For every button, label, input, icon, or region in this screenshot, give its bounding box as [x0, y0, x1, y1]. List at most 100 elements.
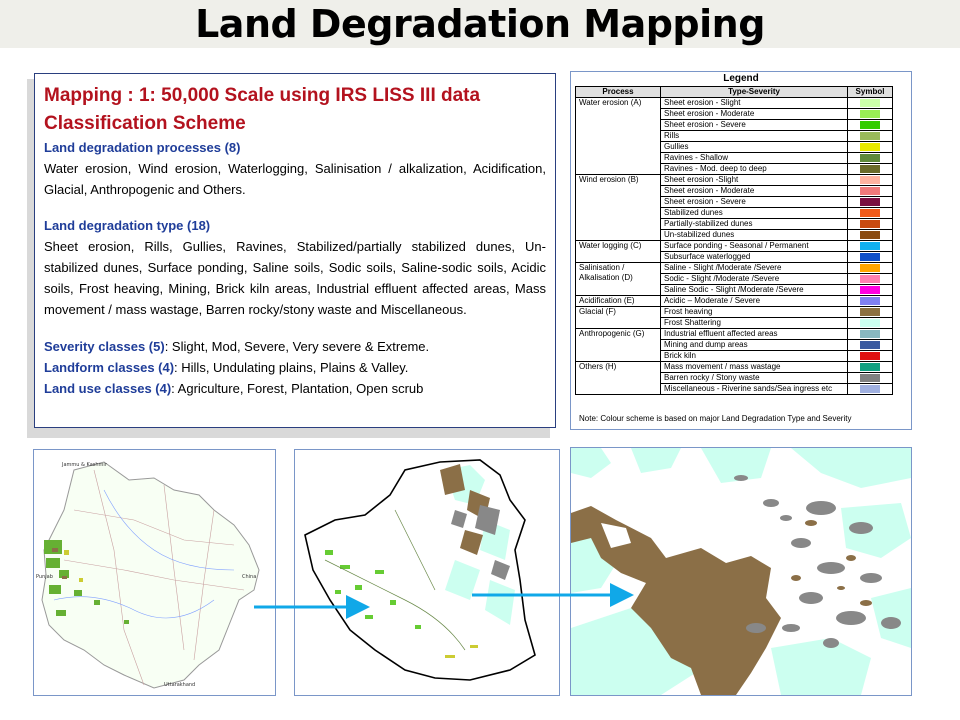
legend-process: Wind erosion (B) [575, 174, 661, 241]
legend-type: Sheet erosion - Severe [660, 196, 848, 208]
legend-swatch [860, 165, 880, 173]
legend-swatch [860, 231, 880, 239]
legend-type: Saline Sodic - Slight /Moderate /Severe [660, 284, 848, 296]
legend-type: Frost Shattering [660, 317, 848, 329]
legend-type: Subsurface waterlogged [660, 251, 848, 263]
legend-type: Rills [660, 130, 848, 142]
legend-type: Ravines - Shallow [660, 152, 848, 164]
legend-symbol [847, 185, 893, 197]
legend-swatch [860, 176, 880, 184]
legend-symbol [847, 97, 893, 109]
legend-type: Miscellaneous - Riverine sands/Sea ingre… [660, 383, 848, 395]
legend-swatch [860, 132, 880, 140]
legend-swatch [860, 286, 880, 294]
legend-row: Salinisation / Alkalisation (D) Saline - … [575, 262, 893, 296]
legend-body: Water erosion (A) Sheet erosion - Slight S… [575, 97, 893, 395]
legend-type: Ravines - Mod. deep to deep [660, 163, 848, 175]
legend-process: Acidification (E) [575, 295, 661, 307]
legend-type: Sheet erosion - Moderate [660, 108, 848, 120]
label-china: China [242, 574, 256, 580]
legend-type: Gullies [660, 141, 848, 153]
legend-swatch [860, 374, 880, 382]
legend-symbol [847, 284, 893, 296]
legend-swatch [860, 385, 880, 393]
legend-symbol [847, 240, 893, 252]
mapping-heading: Mapping : 1: 50,000 Scale using IRS LISS… [44, 85, 481, 106]
legend-type: Barren rocky / Stony waste [660, 372, 848, 384]
severity-line: Severity classes (5): Slight, Mod, Sever… [44, 336, 546, 357]
legend-type: Surface ponding - Seasonal / Permanent [660, 240, 848, 252]
legend-swatch [860, 242, 880, 250]
legend-row: Wind erosion (B) Sheet erosion -Slight [575, 174, 893, 241]
legend-symbol [847, 383, 893, 395]
legend-type: Mining and dump areas [660, 339, 848, 351]
landform-text: : Hills, Undulating plains, Plains & Val… [174, 360, 409, 375]
legend-symbol [847, 350, 893, 362]
legend-row: Water erosion (A) Sheet erosion - Slight [575, 97, 893, 175]
legend-symbol [847, 229, 893, 241]
legend-type: Brick kiln [660, 350, 848, 362]
legend-row: Acidification (E) Acidic – Moderate / Sev… [575, 295, 893, 307]
legend-process: Anthropogenic (G) [575, 328, 661, 362]
legend-note: Note: Colour scheme is based on major La… [579, 414, 852, 423]
legend-swatch [860, 209, 880, 217]
legend-symbol [847, 262, 893, 274]
types-text: Sheet erosion, Rills, Gullies, Ravines, … [44, 239, 546, 317]
legend-header-process: Process [575, 86, 661, 98]
legend-swatch [860, 187, 880, 195]
legend-symbol [847, 108, 893, 120]
landform-line: Landform classes (4): Hills, Undulating … [44, 357, 546, 378]
legend-swatch [860, 110, 880, 118]
legend-type: Partially-stabilized dunes [660, 218, 848, 230]
legend-type: Sheet erosion - Slight [660, 97, 848, 109]
legend-table: Process Type-Severity Symbol Water erosi… [575, 86, 893, 395]
landform-label: Landform classes (4) [44, 360, 175, 375]
legend-symbol [847, 174, 893, 186]
legend-type: Frost heaving [660, 306, 848, 318]
legend-process: Water logging (C) [575, 240, 661, 263]
legend-type: Mass movement / mass wastage [660, 361, 848, 373]
legend-swatch [860, 253, 880, 261]
legend-header-type: Type-Severity [660, 86, 848, 98]
legend-header-row: Process Type-Severity Symbol [575, 86, 893, 98]
legend-type: Sheet erosion - Moderate [660, 185, 848, 197]
legend-swatch [860, 198, 880, 206]
legend-process: Others (H) [575, 361, 661, 395]
legend-symbol [847, 328, 893, 340]
legend-swatch [860, 264, 880, 272]
legend-swatch [860, 330, 880, 338]
processes-label: Land degradation processes (8) [44, 140, 241, 155]
legend-row: Glacial (F) Frost heaving [575, 306, 893, 329]
legend-symbol [847, 196, 893, 208]
legend-symbol [847, 361, 893, 373]
legend-swatch [860, 154, 880, 162]
legend-symbol [847, 273, 893, 285]
legend-symbol [847, 119, 893, 131]
legend-symbol [847, 295, 893, 307]
landuse-text: : Agriculture, Forest, Plantation, Open … [171, 381, 424, 396]
classification-panel: Mapping : 1: 50,000 Scale using IRS LISS… [34, 73, 556, 428]
processes-text: Water erosion, Wind erosion, Waterloggin… [44, 161, 546, 197]
legend-swatch [860, 143, 880, 151]
legend-symbol [847, 339, 893, 351]
legend-process: Water erosion (A) [575, 97, 661, 175]
scheme-heading: Classification Scheme [44, 113, 246, 134]
legend-type: Sodic - Slight /Moderate /Severe [660, 273, 848, 285]
legend-swatch [860, 319, 880, 327]
state-overview-map: Jammu & Kashmir Punjab China Uttarakhand [33, 449, 276, 696]
legend-process: Salinisation / Alkalisation (D) [575, 262, 661, 296]
label-jammu-kashmir: Jammu & Kashmir [61, 462, 108, 468]
title-bar: Land Degradation Mapping [0, 0, 960, 48]
legend-symbol [847, 141, 893, 153]
legend-symbol [847, 218, 893, 230]
label-uttarakhand: Uttarakhand [164, 682, 195, 688]
legend-swatch [860, 297, 880, 305]
legend-symbol [847, 317, 893, 329]
legend-symbol [847, 306, 893, 318]
legend-swatch [860, 121, 880, 129]
legend-type: Saline - Slight /Moderate /Severe [660, 262, 848, 274]
legend-row: Water logging (C) Surface ponding - Seaso… [575, 240, 893, 263]
legend-swatch [860, 99, 880, 107]
label-punjab: Punjab [36, 574, 53, 580]
legend-row: Anthropogenic (G) Industrial effluent aff… [575, 328, 893, 362]
